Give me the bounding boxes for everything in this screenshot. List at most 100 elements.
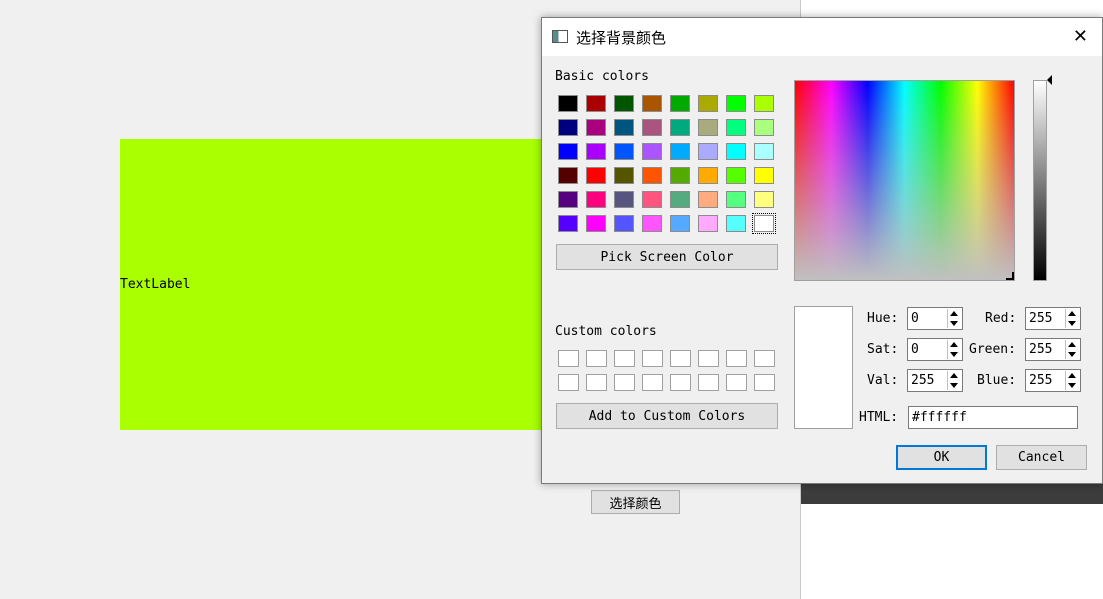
basic-color-swatch[interactable] — [698, 95, 718, 112]
add-custom-colors-button[interactable]: Add to Custom Colors — [556, 403, 778, 429]
basic-color-swatch[interactable] — [698, 143, 718, 160]
hue-spinbox[interactable]: 0 — [907, 307, 963, 330]
basic-color-swatch[interactable] — [558, 119, 578, 136]
cancel-button[interactable]: Cancel — [996, 445, 1087, 470]
spin-up-icon[interactable] — [950, 373, 958, 378]
basic-color-swatch[interactable] — [754, 143, 774, 160]
spin-up-icon[interactable] — [1068, 373, 1076, 378]
luminance-slider[interactable] — [1033, 80, 1047, 281]
custom-color-swatch[interactable] — [698, 350, 719, 367]
basic-color-swatch[interactable] — [670, 143, 690, 160]
blue-label: Blue: — [977, 373, 1017, 388]
custom-color-swatch[interactable] — [670, 350, 691, 367]
basic-color-swatch[interactable] — [642, 215, 662, 232]
custom-color-swatch[interactable] — [726, 374, 747, 391]
color-dialog: 选择背景颜色 ✕ Basic colors Pick Screen Color … — [541, 17, 1103, 484]
custom-color-swatch[interactable] — [670, 374, 691, 391]
custom-color-swatch[interactable] — [698, 374, 719, 391]
basic-color-swatch[interactable] — [614, 191, 634, 208]
custom-color-swatch[interactable] — [586, 374, 607, 391]
basic-color-swatch[interactable] — [642, 95, 662, 112]
basic-color-swatch[interactable] — [642, 119, 662, 136]
basic-color-swatch[interactable] — [614, 167, 634, 184]
basic-color-swatch[interactable] — [726, 167, 746, 184]
basic-color-swatch[interactable] — [726, 119, 746, 136]
custom-color-swatch[interactable] — [642, 350, 663, 367]
basic-color-swatch[interactable] — [642, 143, 662, 160]
custom-color-swatch[interactable] — [558, 374, 579, 391]
luminance-arrow-icon[interactable] — [1047, 75, 1052, 85]
basic-color-swatch[interactable] — [726, 143, 746, 160]
spin-down-icon[interactable] — [950, 352, 958, 357]
custom-color-swatch[interactable] — [614, 350, 635, 367]
basic-color-swatch[interactable] — [558, 95, 578, 112]
spin-down-icon[interactable] — [950, 383, 958, 388]
basic-color-swatch[interactable] — [670, 167, 690, 184]
hue-label: Hue: — [867, 311, 899, 326]
custom-color-swatch[interactable] — [586, 350, 607, 367]
close-icon[interactable]: ✕ — [1073, 27, 1088, 47]
basic-color-swatch[interactable] — [642, 191, 662, 208]
basic-color-swatch[interactable] — [586, 119, 606, 136]
basic-color-swatch[interactable] — [698, 119, 718, 136]
custom-color-swatch[interactable] — [558, 350, 579, 367]
custom-color-swatch[interactable] — [642, 374, 663, 391]
spin-up-icon[interactable] — [950, 342, 958, 347]
basic-color-swatch[interactable] — [586, 143, 606, 160]
basic-color-swatch[interactable] — [614, 119, 634, 136]
red-label: Red: — [985, 311, 1017, 326]
basic-color-swatch[interactable] — [698, 191, 718, 208]
val-spinbox[interactable]: 255 — [907, 369, 963, 392]
green-spinbox[interactable]: 255 — [1025, 338, 1081, 361]
basic-color-swatch[interactable] — [558, 143, 578, 160]
choose-color-button[interactable]: 选择颜色 — [591, 490, 680, 514]
basic-color-swatch[interactable] — [726, 215, 746, 232]
spin-down-icon[interactable] — [950, 321, 958, 326]
basic-color-swatch[interactable] — [614, 143, 634, 160]
basic-color-swatch[interactable] — [752, 213, 776, 234]
spin-up-icon[interactable] — [1068, 311, 1076, 316]
sat-spinbox[interactable]: 0 — [907, 338, 963, 361]
basic-colors-label: Basic colors — [555, 69, 649, 84]
basic-color-swatch[interactable] — [754, 95, 774, 112]
basic-color-swatch[interactable] — [586, 95, 606, 112]
basic-color-swatch[interactable] — [586, 215, 606, 232]
basic-color-swatch[interactable] — [558, 215, 578, 232]
custom-color-swatch[interactable] — [614, 374, 635, 391]
basic-color-swatch[interactable] — [670, 119, 690, 136]
blue-spinbox[interactable]: 255 — [1025, 369, 1081, 392]
basic-color-swatch[interactable] — [726, 95, 746, 112]
custom-color-swatch[interactable] — [726, 350, 747, 367]
basic-color-swatch[interactable] — [726, 191, 746, 208]
basic-color-swatch[interactable] — [698, 167, 718, 184]
html-label: HTML: — [859, 410, 899, 425]
spin-up-icon[interactable] — [950, 311, 958, 316]
color-spectrum[interactable] — [794, 80, 1015, 281]
basic-color-swatch[interactable] — [670, 95, 690, 112]
background-window-edge — [801, 484, 1103, 504]
basic-color-swatch[interactable] — [614, 215, 634, 232]
basic-color-swatch[interactable] — [754, 191, 774, 208]
custom-color-swatch[interactable] — [754, 350, 775, 367]
basic-color-swatch[interactable] — [642, 167, 662, 184]
basic-color-swatch[interactable] — [558, 167, 578, 184]
basic-color-swatch[interactable] — [754, 167, 774, 184]
basic-color-swatch[interactable] — [670, 215, 690, 232]
spin-down-icon[interactable] — [1068, 321, 1076, 326]
text-label: TextLabel — [120, 277, 191, 292]
spin-down-icon[interactable] — [1068, 352, 1076, 357]
basic-color-swatch[interactable] — [586, 191, 606, 208]
basic-color-swatch[interactable] — [586, 167, 606, 184]
html-color-input[interactable]: #ffffff — [908, 406, 1078, 429]
basic-color-swatch[interactable] — [670, 191, 690, 208]
red-spinbox[interactable]: 255 — [1025, 307, 1081, 330]
basic-color-swatch[interactable] — [754, 119, 774, 136]
spin-up-icon[interactable] — [1068, 342, 1076, 347]
basic-color-swatch[interactable] — [698, 215, 718, 232]
basic-color-swatch[interactable] — [614, 95, 634, 112]
ok-button[interactable]: OK — [896, 445, 987, 470]
spin-down-icon[interactable] — [1068, 383, 1076, 388]
custom-color-swatch[interactable] — [754, 374, 775, 391]
basic-color-swatch[interactable] — [558, 191, 578, 208]
pick-screen-color-button[interactable]: Pick Screen Color — [556, 244, 778, 270]
